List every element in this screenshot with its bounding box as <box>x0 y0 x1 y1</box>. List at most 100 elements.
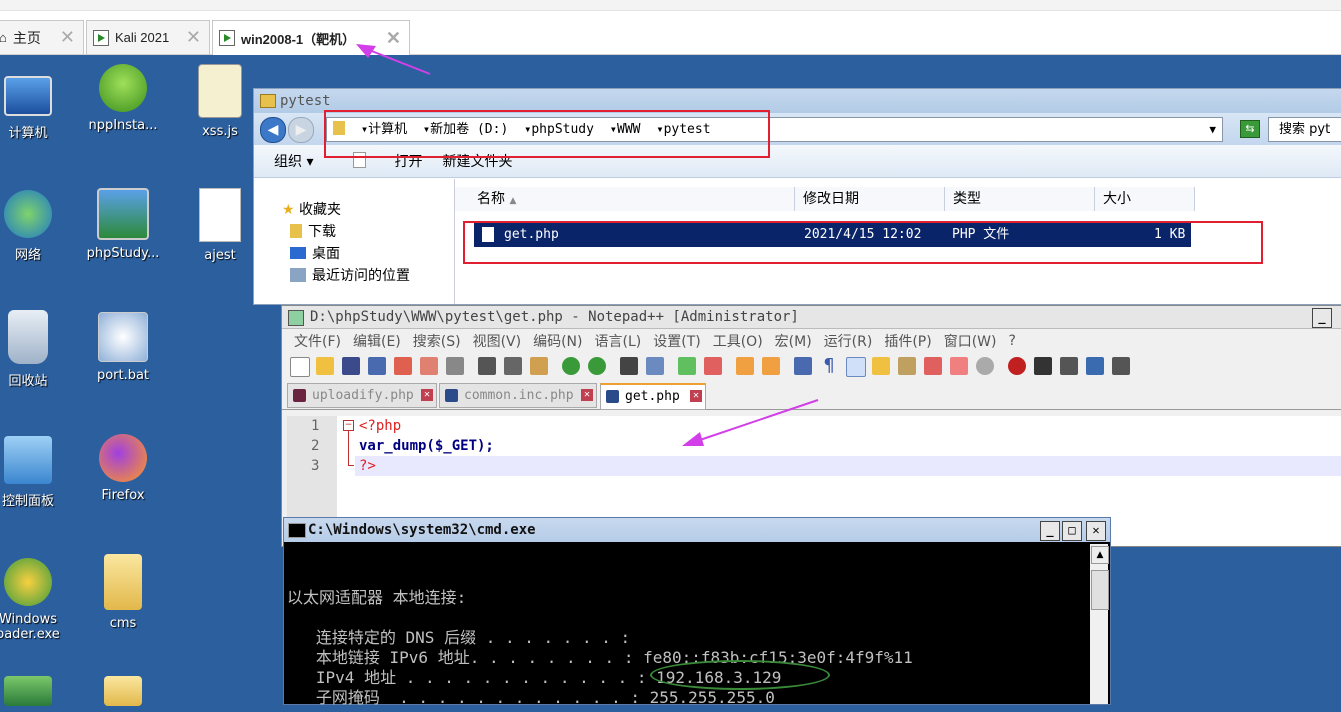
back-button[interactable]: ◀ <box>260 117 286 143</box>
copy-icon[interactable] <box>504 357 522 375</box>
fold-line <box>348 431 349 465</box>
word-wrap-icon[interactable] <box>794 357 812 375</box>
scroll-up-icon[interactable]: ▲ <box>1091 546 1109 564</box>
document-map-icon[interactable] <box>898 357 916 375</box>
desktop-icon-control-panel[interactable]: 控制面板 <box>0 436 76 509</box>
monitoring-icon[interactable] <box>976 357 994 375</box>
menu-edit[interactable]: 编辑(E) <box>353 331 401 351</box>
fold-marker-icon[interactable]: − <box>343 420 354 431</box>
computer-icon <box>4 76 52 116</box>
nav-item-recent[interactable]: 最近访问的位置 <box>290 265 410 285</box>
stop-macro-icon[interactable] <box>1034 357 1052 375</box>
chevron-down-icon[interactable]: ▼ <box>1209 118 1216 141</box>
run-macro-multiple-icon[interactable] <box>1086 357 1104 375</box>
cut-icon[interactable] <box>478 357 496 375</box>
vm-toolbar-strip <box>0 0 1341 11</box>
replace-icon[interactable] <box>646 357 664 375</box>
tab-uploadify[interactable]: uploadify.php ✕ <box>287 383 437 408</box>
menu-encoding[interactable]: 编码(N) <box>533 331 582 351</box>
menu-search[interactable]: 搜索(S) <box>413 331 461 351</box>
menu-window[interactable]: 窗口(W) <box>944 331 997 351</box>
desktop-icon-portbat[interactable]: port.bat <box>75 312 171 383</box>
desktop-icon-firefox[interactable]: Firefox <box>75 434 171 503</box>
close-icon[interactable]: ✕ <box>581 389 593 401</box>
tab-common-inc[interactable]: common.inc.php ✕ <box>439 383 597 408</box>
maximize-button[interactable]: □ <box>1062 521 1082 541</box>
zoom-out-icon[interactable] <box>704 357 722 375</box>
close-icon[interactable]: ✕ <box>60 27 75 48</box>
control-panel-icon <box>4 436 52 484</box>
menu-help[interactable]: ? <box>1009 333 1016 349</box>
refresh-icon[interactable]: ⇆ <box>1240 120 1260 138</box>
close-icon[interactable]: ✕ <box>421 389 433 401</box>
folder-as-workspace-icon[interactable] <box>872 357 890 375</box>
desktop-icon-partial-folder[interactable] <box>75 676 171 712</box>
nav-item-desktop[interactable]: 桌面 <box>290 243 340 263</box>
desktop-icon-nppinstaller[interactable]: nppInsta... <box>75 64 171 133</box>
record-macro-icon[interactable] <box>1008 357 1026 375</box>
menu-tools[interactable]: 工具(O) <box>713 331 763 351</box>
desktop-icon-network[interactable]: 网络 <box>0 190 76 263</box>
undo-icon[interactable] <box>562 357 580 375</box>
column-header-name[interactable]: 名称 ▲ <box>455 187 795 211</box>
menu-plugins[interactable]: 插件(P) <box>884 331 931 351</box>
doc-list-icon[interactable] <box>950 357 968 375</box>
menu-settings[interactable]: 设置(T) <box>653 331 700 351</box>
annotation-box-address <box>324 110 770 158</box>
column-header-type[interactable]: 类型 <box>945 187 1095 211</box>
vm-tab-home[interactable]: ⌂ 主页 ✕ <box>0 20 84 54</box>
vm-tab-kali[interactable]: Kali 2021 ✕ <box>86 20 210 54</box>
desktop-icon-windows-loader[interactable]: Windows oader.exe <box>0 558 76 642</box>
saved-file-icon <box>606 390 619 403</box>
desktop-icon-phpstudy[interactable]: phpStudy... <box>75 188 171 261</box>
menu-view[interactable]: 视图(V) <box>473 331 522 351</box>
menu-file[interactable]: 文件(F) <box>294 331 341 351</box>
save-all-icon[interactable] <box>368 357 386 375</box>
desktop-icon-partial[interactable] <box>0 676 76 712</box>
print-icon[interactable] <box>446 357 464 375</box>
vertical-scrollbar[interactable]: ▲ <box>1090 544 1109 704</box>
minimize-button[interactable]: _ <box>1312 308 1332 328</box>
desktop-icon-recycle-bin[interactable]: 回收站 <box>0 310 76 389</box>
cmd-titlebar: C:\Windows\system32\cmd.exe _ □ ✕ <box>284 518 1110 542</box>
function-list-icon[interactable] <box>924 357 942 375</box>
sync-horizontal-icon[interactable] <box>762 357 780 375</box>
nav-item-downloads[interactable]: 下载 <box>290 221 336 241</box>
desktop-icon-cms[interactable]: cms <box>75 554 171 631</box>
close-button[interactable]: ✕ <box>1086 521 1106 541</box>
close-icon[interactable]: ✕ <box>186 27 201 48</box>
scroll-thumb[interactable] <box>1091 570 1109 610</box>
minimize-button[interactable]: _ <box>1040 521 1060 541</box>
sync-vertical-icon[interactable] <box>736 357 754 375</box>
nav-item-favorites[interactable]: ★ 收藏夹 <box>282 199 341 219</box>
new-file-icon[interactable] <box>290 357 310 377</box>
show-all-chars-icon[interactable]: ¶ <box>820 357 838 375</box>
indent-guide-icon[interactable] <box>846 357 866 377</box>
find-icon[interactable] <box>620 357 638 375</box>
zoom-in-icon[interactable] <box>678 357 696 375</box>
tab-label: get.php <box>625 389 680 404</box>
open-file-icon[interactable] <box>316 357 334 375</box>
window-title: C:\Windows\system32\cmd.exe <box>308 522 536 538</box>
menu-run[interactable]: 运行(R) <box>824 331 873 351</box>
save-macro-icon[interactable] <box>1112 357 1130 375</box>
close-all-icon[interactable] <box>420 357 438 375</box>
annotation-ellipse-ip <box>650 660 830 690</box>
organize-button[interactable]: 组织 ▾ <box>274 151 313 171</box>
play-macro-icon[interactable] <box>1060 357 1078 375</box>
column-header-modified[interactable]: 修改日期 <box>795 187 945 211</box>
save-icon[interactable] <box>342 357 360 375</box>
recent-places-icon <box>290 268 306 282</box>
cmd-icon <box>288 523 306 538</box>
forward-button[interactable]: ▶ <box>288 117 314 143</box>
column-header-size[interactable]: 大小 <box>1095 187 1195 211</box>
close-file-icon[interactable] <box>394 357 412 375</box>
firefox-icon <box>99 434 147 482</box>
menu-macro[interactable]: 宏(M) <box>775 331 812 351</box>
menu-language[interactable]: 语言(L) <box>595 331 642 351</box>
search-input[interactable]: 搜索 pyt <box>1268 117 1341 142</box>
windows-loader-icon <box>4 558 52 606</box>
paste-icon[interactable] <box>530 357 548 375</box>
redo-icon[interactable] <box>588 357 606 375</box>
desktop-icon-computer[interactable]: 计算机 <box>0 70 76 141</box>
